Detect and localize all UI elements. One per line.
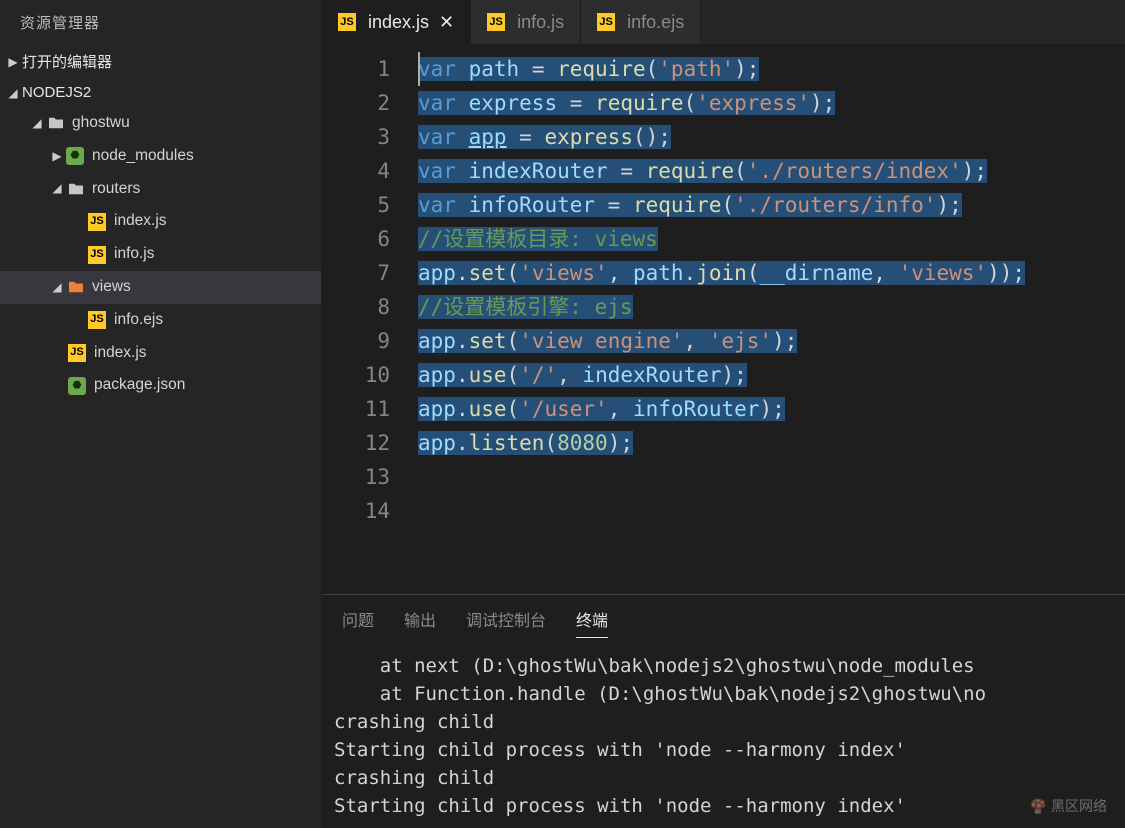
- chevron-down-icon: ◢: [48, 278, 66, 297]
- terminal-output[interactable]: at next (D:\ghostWu\bak\nodejs2\ghostwu\…: [322, 648, 1125, 828]
- editor-tabs: JS index.js ✕ JS info.js JS info.ejs: [322, 0, 1125, 44]
- tab-index-js[interactable]: JS index.js ✕: [322, 0, 471, 44]
- watermark-text: 黑区网络: [1051, 796, 1107, 816]
- folder-open-icon: [66, 279, 86, 295]
- watermark: 🍄 黑区网络: [1030, 796, 1107, 816]
- file-root-index[interactable]: JS index.js: [0, 337, 321, 370]
- folder-label: routers: [92, 177, 140, 202]
- js-icon: JS: [487, 13, 505, 31]
- file-tree: ◢ ghostwu ▶ ⬣ node_modules ◢ routers JS: [0, 107, 321, 402]
- folder-views[interactable]: ◢ views: [0, 271, 321, 304]
- nodejs-icon: ⬣: [66, 147, 84, 165]
- chevron-down-icon: ◢: [48, 179, 66, 198]
- folder-ghostwu[interactable]: ◢ ghostwu: [0, 107, 321, 140]
- folder-icon: [66, 181, 86, 197]
- folder-routers[interactable]: ◢ routers: [0, 173, 321, 206]
- code-content[interactable]: var path = require('path');var express =…: [418, 52, 1125, 594]
- open-editors-section[interactable]: ▶ 打开的编辑器: [0, 45, 321, 78]
- folder-label: node_modules: [92, 144, 194, 169]
- chevron-down-icon: ◢: [4, 86, 22, 100]
- explorer-sidebar: 资源管理器 ▶ 打开的编辑器 ◢ NODEJS2 ◢ ghostwu ▶ ⬣ n…: [0, 0, 322, 828]
- mushroom-icon: 🍄: [1030, 798, 1047, 815]
- code-editor[interactable]: 1234567891011121314 var path = require('…: [322, 44, 1125, 594]
- file-info-ejs[interactable]: JS info.ejs: [0, 304, 321, 337]
- js-icon: JS: [88, 213, 106, 231]
- file-label: index.js: [114, 209, 167, 234]
- panel-tab-output[interactable]: 输出: [404, 607, 436, 638]
- nodejs-icon: ⬣: [68, 377, 86, 395]
- panel-tab-terminal[interactable]: 终端: [576, 607, 608, 638]
- bottom-panel: 问题 输出 调试控制台 终端 at next (D:\ghostWu\bak\n…: [322, 594, 1125, 828]
- tab-info-js[interactable]: JS info.js: [471, 0, 581, 44]
- chevron-right-icon: ▶: [4, 55, 22, 69]
- js-icon: JS: [88, 246, 106, 264]
- panel-tab-problems[interactable]: 问题: [342, 607, 374, 638]
- file-label: info.js: [114, 242, 155, 267]
- panel-tab-debug[interactable]: 调试控制台: [466, 607, 546, 638]
- js-icon: JS: [68, 344, 86, 362]
- file-routers-index[interactable]: JS index.js: [0, 205, 321, 238]
- js-icon: JS: [597, 13, 615, 31]
- chevron-down-icon: ◢: [28, 114, 46, 133]
- explorer-title: 资源管理器: [0, 0, 321, 45]
- file-label: package.json: [94, 373, 185, 398]
- js-icon: JS: [88, 311, 106, 329]
- tab-label: info.js: [517, 12, 564, 33]
- editor-area: JS index.js ✕ JS info.js JS info.ejs 123…: [322, 0, 1125, 828]
- file-package-json[interactable]: ⬣ package.json: [0, 369, 321, 402]
- workspace-name: NODEJS2: [22, 84, 91, 101]
- folder-icon: [46, 115, 66, 131]
- panel-tabs: 问题 输出 调试控制台 终端: [322, 595, 1125, 648]
- workspace-section[interactable]: ◢ NODEJS2: [0, 78, 321, 107]
- close-icon[interactable]: ✕: [439, 12, 454, 33]
- js-icon: JS: [338, 13, 356, 31]
- folder-node-modules[interactable]: ▶ ⬣ node_modules: [0, 140, 321, 173]
- file-label: info.ejs: [114, 308, 163, 333]
- file-label: index.js: [94, 341, 147, 366]
- file-routers-info[interactable]: JS info.js: [0, 238, 321, 271]
- tab-label: info.ejs: [627, 12, 684, 33]
- open-editors-label: 打开的编辑器: [22, 51, 112, 72]
- line-numbers: 1234567891011121314: [322, 52, 418, 594]
- chevron-right-icon: ▶: [48, 147, 66, 166]
- tab-label: index.js: [368, 12, 429, 33]
- folder-label: ghostwu: [72, 111, 130, 136]
- folder-label: views: [92, 275, 131, 300]
- tab-info-ejs[interactable]: JS info.ejs: [581, 0, 701, 44]
